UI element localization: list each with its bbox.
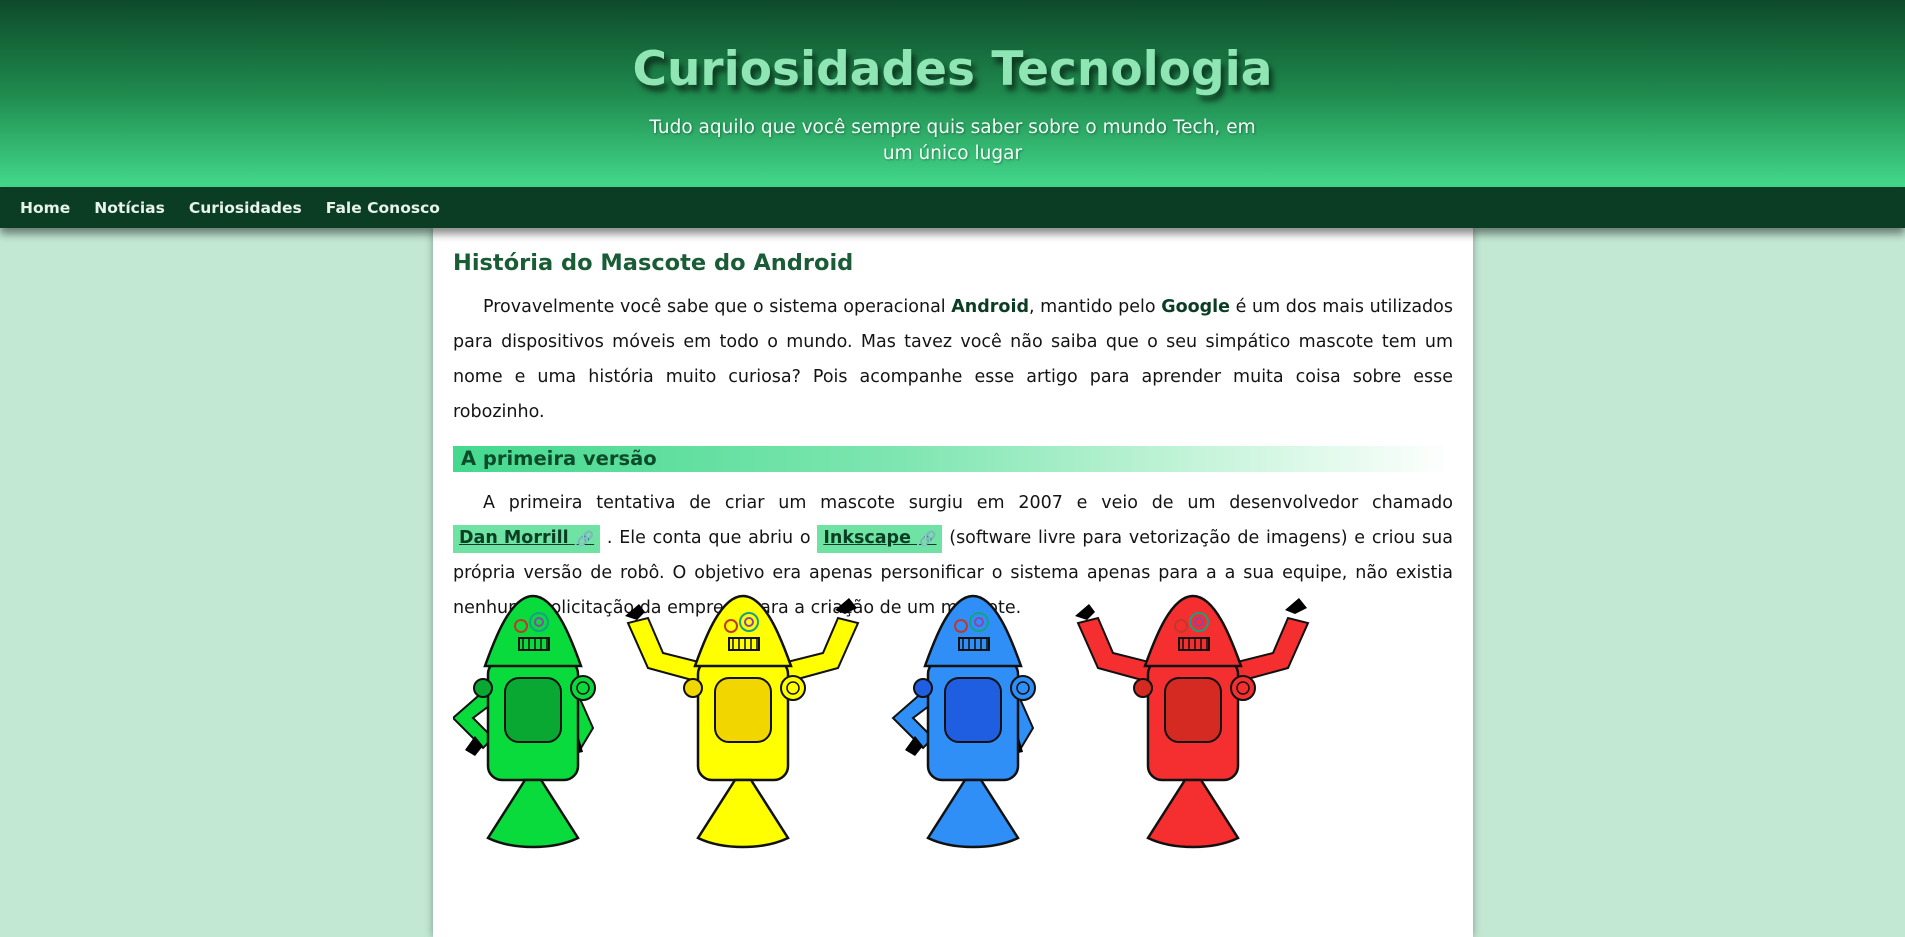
section-heading-primeira-versao: A primeira versão — [453, 446, 1453, 472]
google-term: Google — [1161, 297, 1231, 317]
robot-2 — [625, 594, 860, 849]
external-link-icon: 🔗 — [919, 531, 937, 547]
site-title: Curiosidades Tecnologia — [632, 42, 1273, 97]
robot-mascots-image — [453, 594, 1310, 849]
site-header: Curiosidades Tecnologia Tudo aquilo que … — [0, 0, 1905, 187]
dan-morrill-link[interactable]: Dan Morrill 🔗 — [453, 525, 601, 553]
article-title: História do Mascote do Android — [453, 250, 854, 276]
external-link-icon: 🔗 — [576, 531, 595, 547]
nav-home[interactable]: Home — [20, 199, 70, 217]
nav-curiosidades[interactable]: Curiosidades — [189, 199, 302, 217]
robot-4 — [1075, 594, 1310, 849]
main-nav: Home Notícias Curiosidades Fale Conosco — [0, 187, 1905, 228]
inkscape-link[interactable]: Inkscape 🔗 — [817, 525, 943, 553]
android-term: Android — [951, 297, 1029, 317]
intro-paragraph: Provavelmente você sabe que o sistema op… — [453, 297, 1453, 422]
site-subtitle: Tudo aquilo que você sempre quis saber s… — [649, 117, 1256, 164]
nav-fale-conosco[interactable]: Fale Conosco — [326, 199, 440, 217]
nav-noticias[interactable]: Notícias — [94, 199, 165, 217]
robot-3 — [891, 594, 1036, 849]
article-container: História do Mascote do Android Provavelm… — [433, 228, 1473, 937]
robot-1 — [453, 594, 596, 849]
